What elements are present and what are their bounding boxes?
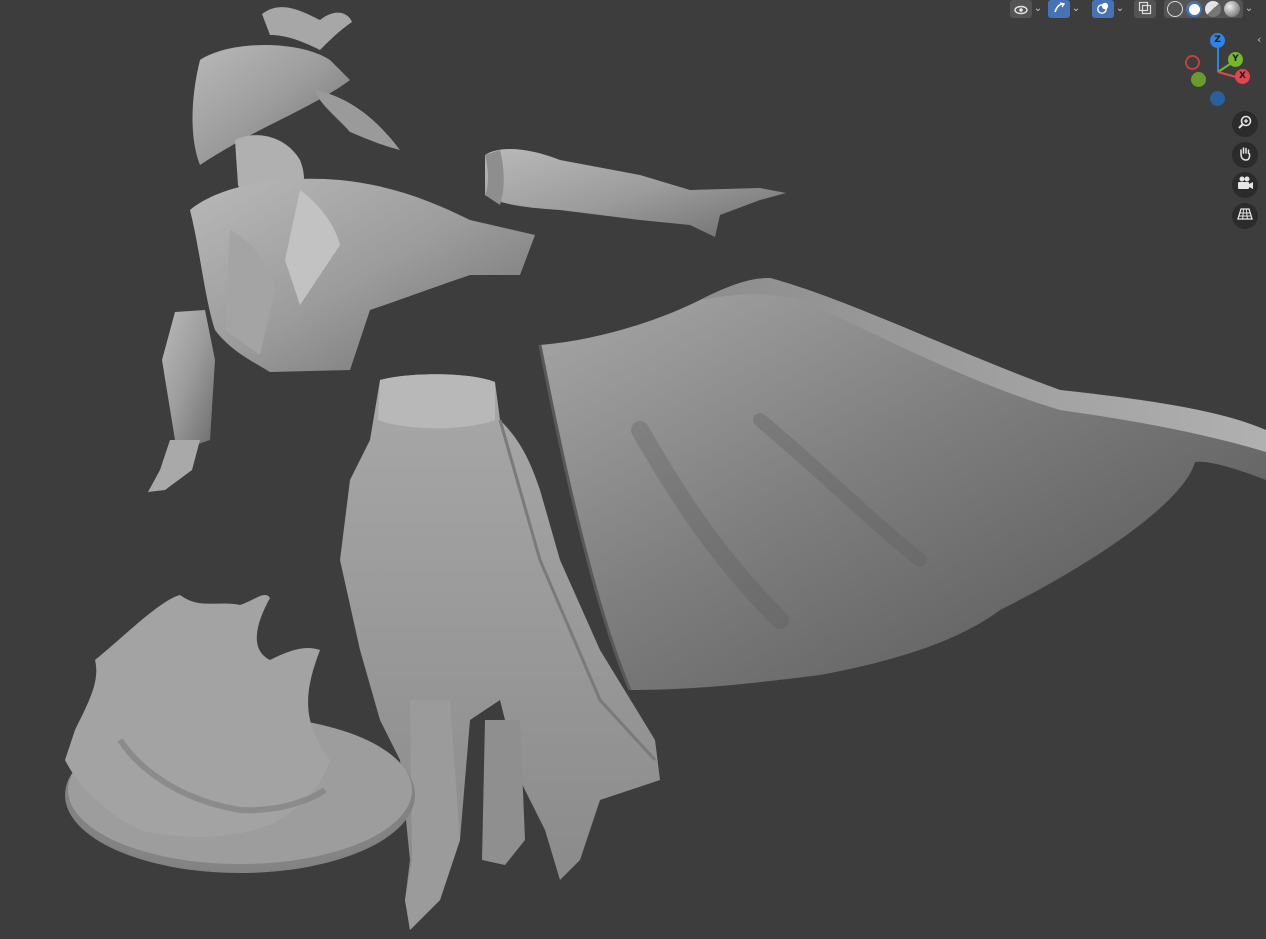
xray-toggle-icon [1138,0,1152,19]
chevron-down-icon[interactable]: ⌄ [1114,0,1126,18]
zoom-button[interactable] [1232,111,1258,137]
zoom-icon [1237,114,1253,134]
hat-mesh[interactable] [192,7,401,165]
gizmo-x-label: X [1239,71,1246,81]
grid-ortho-icon [1237,206,1253,226]
viewport-header: ⌄ ⌄ ⌄ ⌄ [1010,0,1255,18]
camera-view-button[interactable] [1232,172,1258,198]
overlays-toggle[interactable] [1092,0,1114,18]
overlay-circles-icon [1096,0,1110,19]
gizmo-z-label: Z [1214,35,1221,45]
chevron-down-icon[interactable]: ⌄ [1070,0,1082,18]
left-arm-mesh[interactable] [148,310,215,492]
gizmo-x-axis[interactable]: X [1235,69,1250,84]
gizmo-arrow-icon [1052,0,1066,19]
cape-mesh[interactable] [538,278,1266,691]
eye-icon [1014,0,1028,19]
torso-mesh[interactable] [190,135,535,372]
hand-pan-icon [1237,145,1253,165]
solid-shading-button[interactable] [1186,1,1202,17]
gizmo-neg-z-axis[interactable] [1210,91,1225,106]
chevron-down-icon[interactable]: ⌄ [1032,0,1044,18]
navigation-gizmo[interactable]: Z Y X [1180,30,1260,110]
gizmo-y-axis[interactable]: Y [1228,52,1243,67]
gizmos-toggle[interactable] [1048,0,1070,18]
xray-toggle[interactable] [1134,0,1156,18]
wireframe-shading-button[interactable] [1167,1,1183,17]
gizmo-y-label: Y [1232,54,1239,64]
camera-icon [1236,175,1254,195]
selectability-button[interactable] [1010,0,1032,18]
shading-modes [1164,0,1243,18]
ortho-toggle-button[interactable] [1232,203,1258,229]
right-arm-mesh[interactable] [485,148,786,237]
gizmo-neg-y-axis[interactable] [1191,72,1206,87]
rendered-shading-button[interactable] [1224,1,1240,17]
gizmo-neg-x-axis[interactable] [1185,55,1200,70]
chevron-down-icon[interactable]: ⌄ [1243,0,1255,18]
gizmo-z-axis[interactable]: Z [1210,33,1225,48]
material-preview-button[interactable] [1205,1,1221,17]
3d-viewport[interactable]: ⌄ ⌄ ⌄ ⌄ ‹ Z Y X [0,0,1266,939]
sculpt-scene[interactable] [0,0,1266,939]
pan-button[interactable] [1232,142,1258,168]
